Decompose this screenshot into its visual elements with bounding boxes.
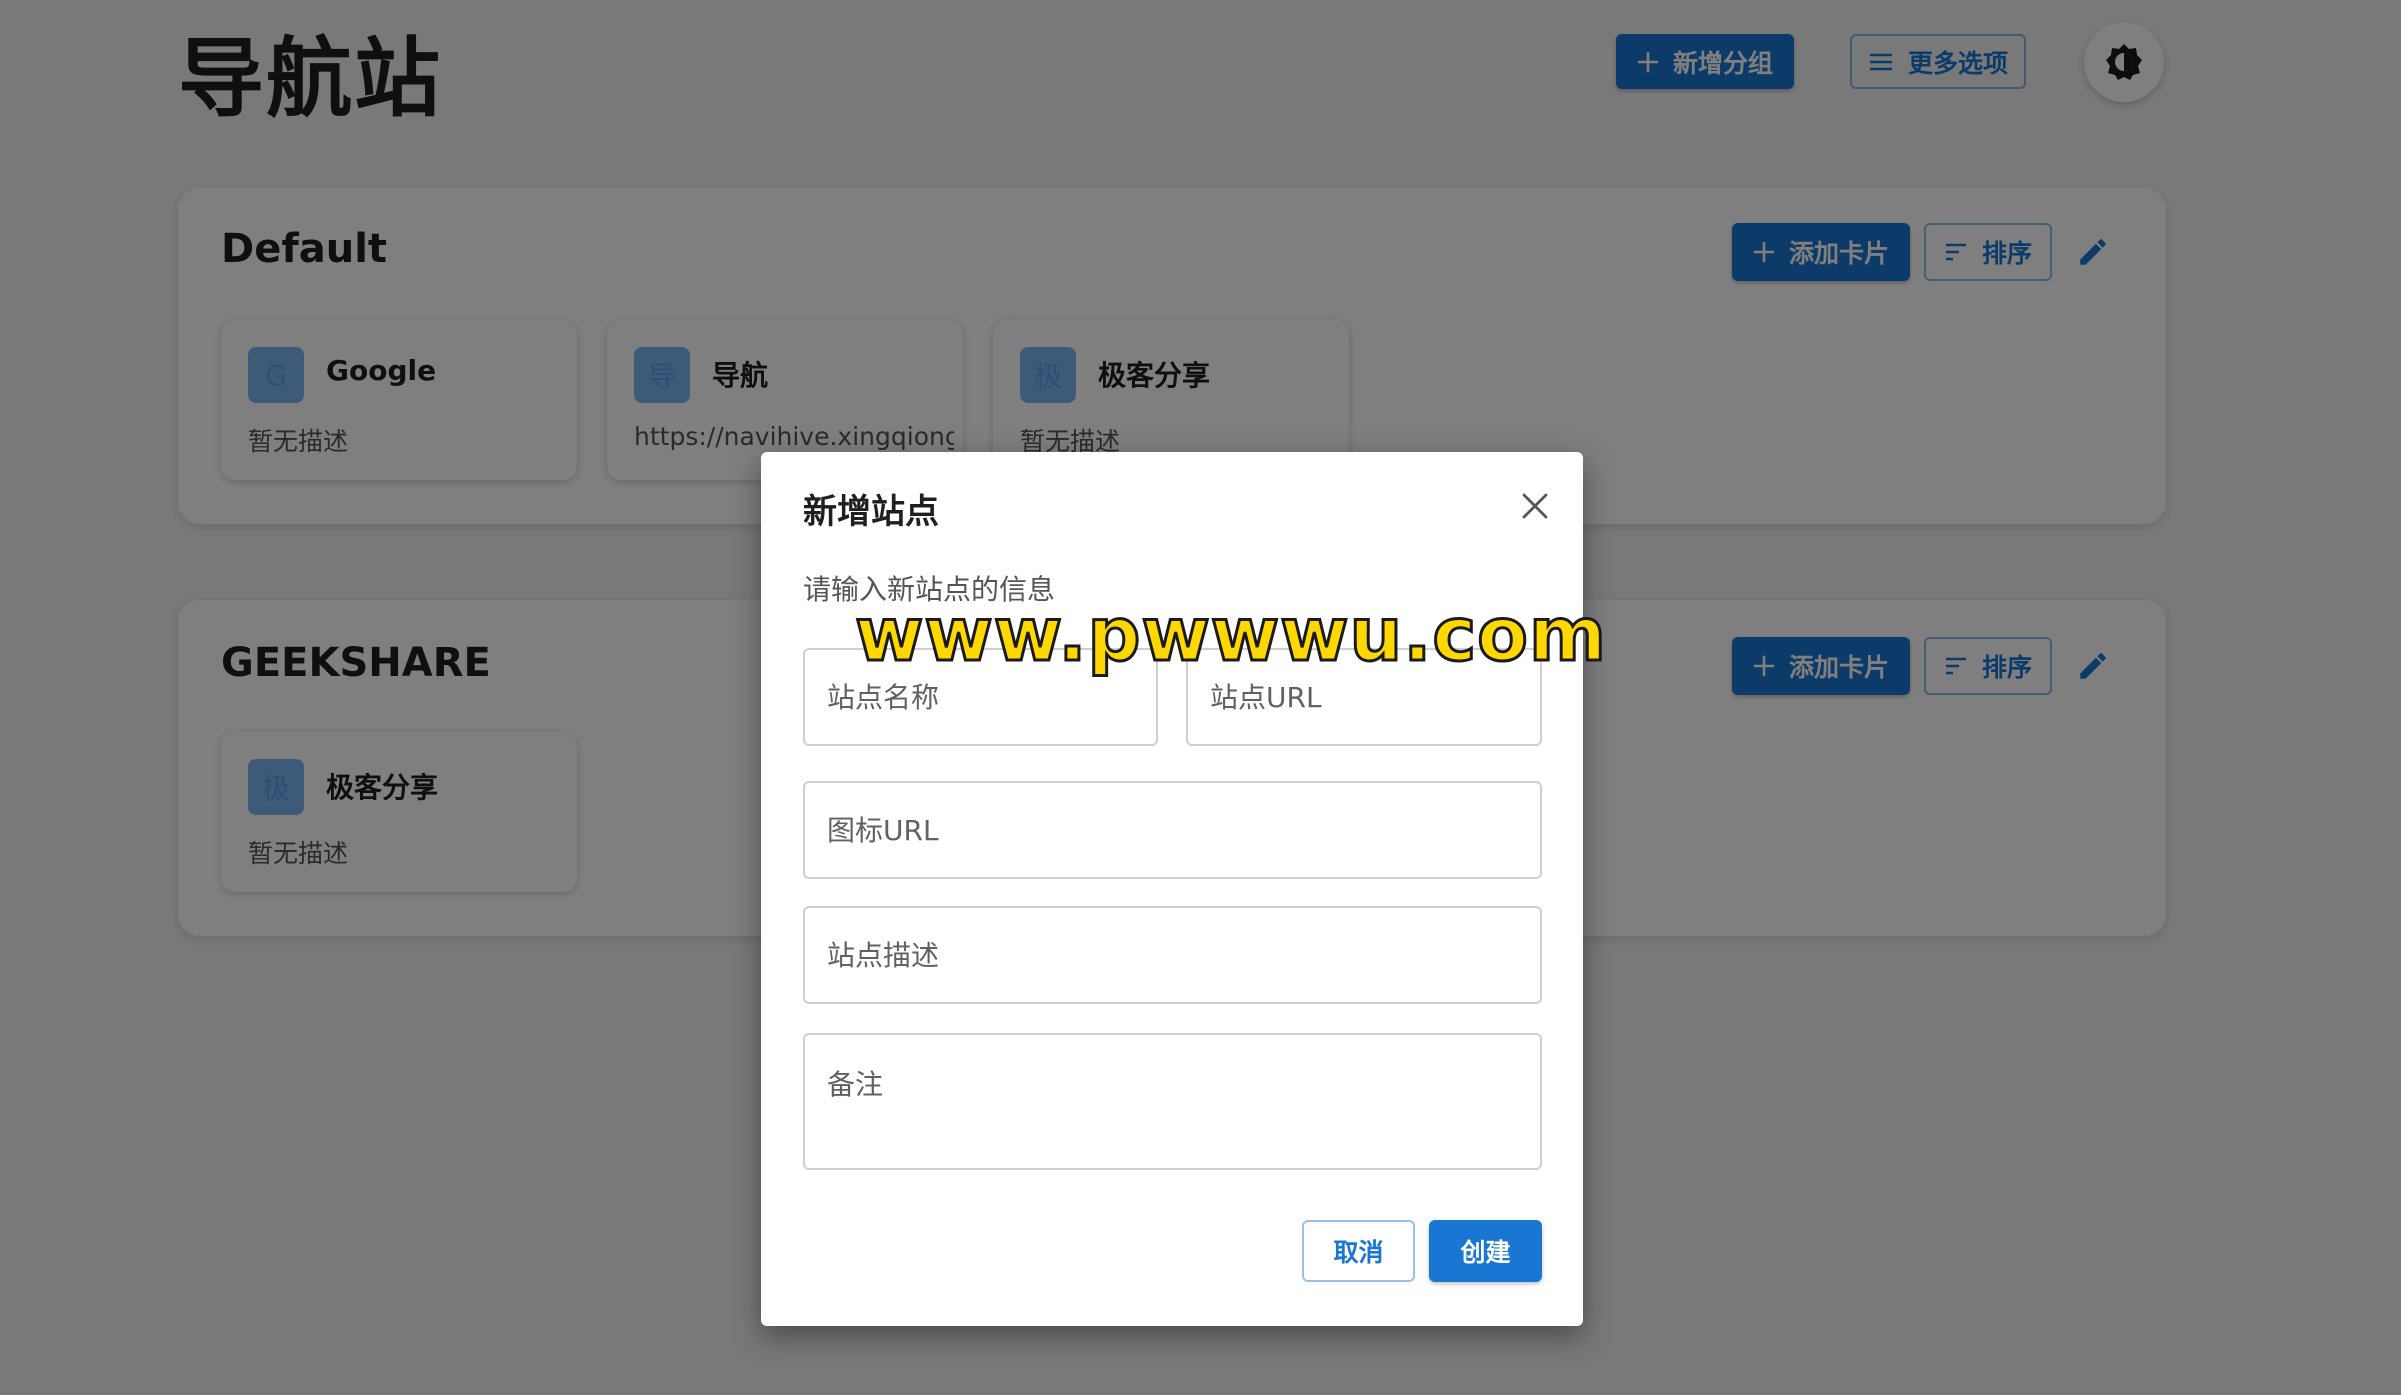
site-desc-input[interactable] xyxy=(805,908,1540,1002)
create-label: 创建 xyxy=(1460,1238,1511,1267)
add-site-dialog: 新增站点 请输入新站点的信息 取消 创建 xyxy=(761,452,1583,1326)
icon-url-field xyxy=(803,781,1542,879)
cancel-label: 取消 xyxy=(1333,1238,1384,1267)
cancel-button[interactable]: 取消 xyxy=(1302,1220,1415,1282)
create-button[interactable]: 创建 xyxy=(1429,1220,1542,1282)
close-icon xyxy=(1521,492,1549,520)
notes-input[interactable] xyxy=(805,1035,1540,1168)
site-desc-field xyxy=(803,906,1542,1004)
icon-url-input[interactable] xyxy=(805,783,1540,877)
notes-field xyxy=(803,1033,1542,1170)
dialog-title: 新增站点 xyxy=(803,492,939,532)
close-button[interactable] xyxy=(1511,482,1559,530)
watermark-text: www.pwwwu.com xyxy=(853,591,1608,680)
